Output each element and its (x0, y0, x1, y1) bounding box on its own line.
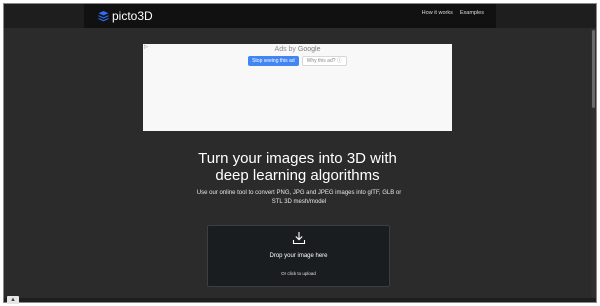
navbar: picto3D How it works Examples (4, 4, 596, 28)
chevron-up-icon: ▲ (10, 297, 16, 303)
scroll-to-top-button[interactable]: ▲ (7, 296, 19, 304)
stop-seeing-ad-button[interactable]: Stop seeing this ad (248, 56, 299, 66)
layered-cube-icon (98, 10, 109, 22)
nav-link-examples[interactable]: Examples (460, 10, 484, 16)
browser-viewport: picto3D How it works Examples ▷ Ads by G… (3, 3, 597, 303)
headline-line-2: deep learning algorithms (215, 167, 380, 184)
hero-subtext: Use our online tool to convert PNG, JPG … (194, 189, 404, 207)
ads-by-label: Ads by (274, 46, 296, 53)
footer-strip (4, 298, 596, 302)
scrollbar-thumb[interactable] (592, 30, 595, 108)
brand-name: picto3D (112, 9, 153, 23)
navbar-inner: picto3D How it works Examples (84, 4, 496, 28)
image-dropzone[interactable]: Drop your image here Or click to upload (207, 225, 390, 287)
why-this-ad-button[interactable]: Why this ad? ⓘ (301, 56, 347, 66)
download-icon (292, 232, 306, 245)
nav-links: How it works Examples (422, 10, 484, 16)
subtext-line-1: Use our online tool to convert PNG, JPG … (196, 190, 402, 196)
hero-headline: Turn your images into 3D with deep learn… (4, 150, 591, 184)
subtext-line-2: STL 3D mesh/model (271, 199, 327, 205)
google-label: Google (297, 46, 321, 53)
nav-link-how-it-works[interactable]: How it works (422, 10, 453, 16)
dropzone-title: Drop your image here (269, 253, 328, 259)
ad-banner: ▷ Ads by Google Stop seeing this ad Why … (143, 44, 452, 131)
brand-logo[interactable]: picto3D (98, 9, 153, 23)
ad-buttons: Stop seeing this ad Why this ad? ⓘ (143, 56, 452, 66)
ads-by-google: Ads by Google (143, 46, 452, 53)
dropzone-subtitle[interactable]: Or click to upload (208, 271, 389, 276)
headline-line-1: Turn your images into 3D with (198, 150, 397, 167)
